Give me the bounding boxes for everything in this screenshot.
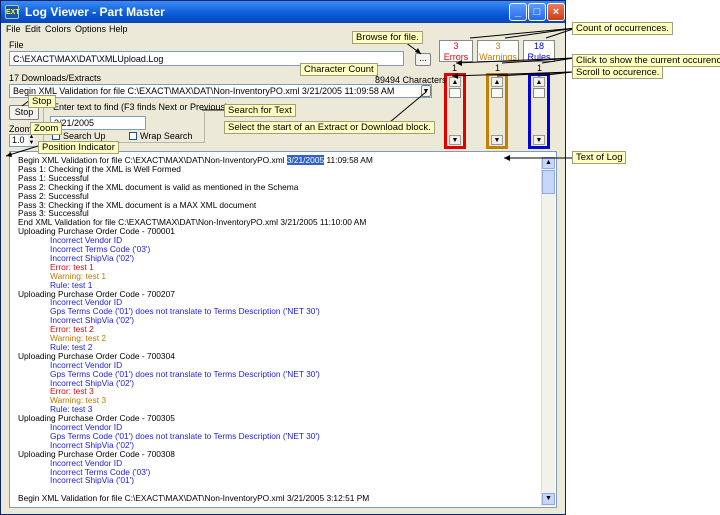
callout-zoom: Zoom [30,122,63,135]
callout-scroll: Scroll to occurence. [572,66,664,79]
callout-position: Position Indicator [38,141,119,154]
callout-stop: Stop [28,95,56,108]
callout-count: Count of occurrences. [572,22,673,35]
callout-char-count: Character Count [300,63,378,76]
callout-select-start: Select the start of an Extract or Downlo… [224,121,435,134]
callout-browse: Browse for file. [352,31,423,44]
callout-search-text: Search for Text [224,104,296,117]
callout-text-of-log: Text of Log [572,151,627,164]
